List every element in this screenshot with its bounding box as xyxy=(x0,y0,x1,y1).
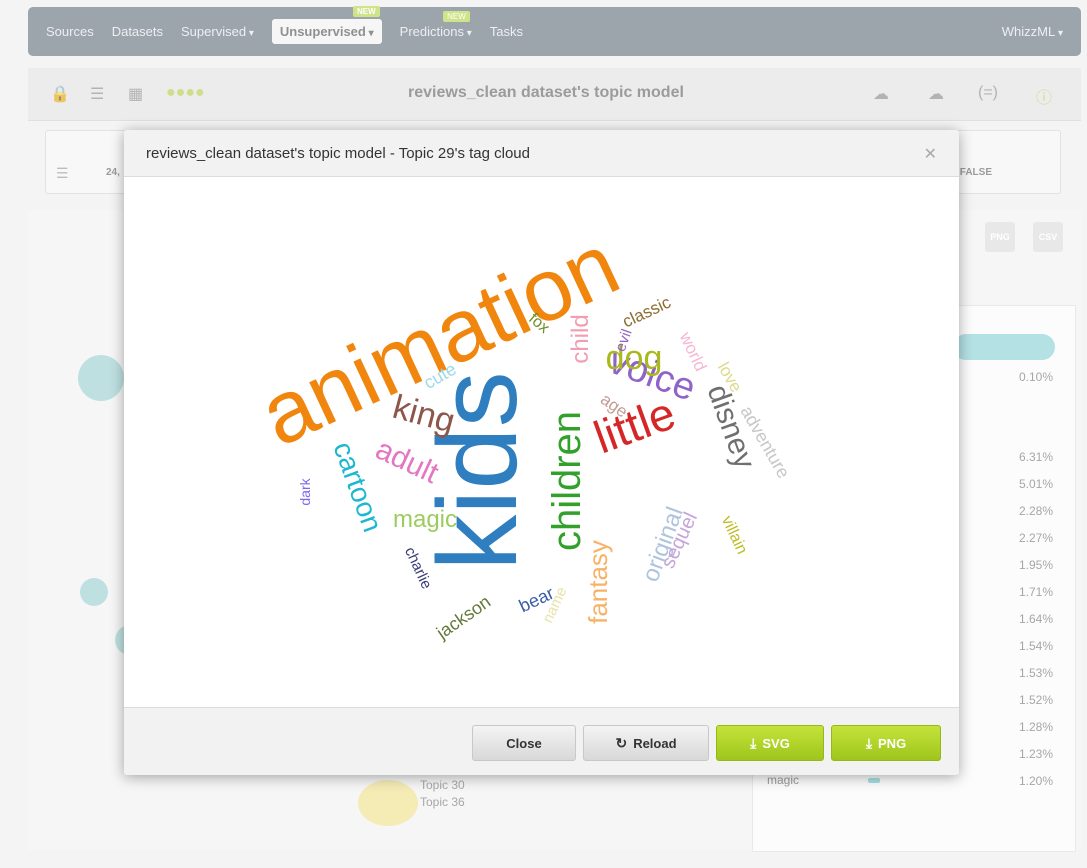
close-button-label: Close xyxy=(506,735,542,751)
tag-cloud-svg: animation kids children little voice dis… xyxy=(245,214,794,643)
reload-button[interactable]: ↻ Reload xyxy=(583,725,709,761)
reload-icon: ↻ xyxy=(615,734,628,751)
png-button-label: PNG xyxy=(878,735,907,751)
svg-download-button[interactable]: ⤓ SVG xyxy=(716,725,824,761)
close-icon[interactable]: ✕ xyxy=(924,144,937,164)
modal-title: reviews_clean dataset's topic model - To… xyxy=(146,145,530,162)
tag-word: villain xyxy=(718,513,750,556)
tag-word: jackson xyxy=(432,591,494,643)
tag-word: child xyxy=(567,314,594,363)
modal-footer: Close ↻ Reload ⤓ SVG ⤓ PNG xyxy=(124,707,959,775)
download-icon: ⤓ xyxy=(865,734,873,751)
png-download-button[interactable]: ⤓ PNG xyxy=(831,725,941,761)
tag-word: magic xyxy=(393,506,457,533)
tag-cloud-area: animation kids children little voice dis… xyxy=(124,177,959,707)
tag-word: dark xyxy=(297,477,313,505)
modal-header: reviews_clean dataset's topic model - To… xyxy=(124,130,959,177)
close-button[interactable]: Close xyxy=(472,725,576,761)
tag-word: children xyxy=(545,411,589,551)
reload-button-label: Reload xyxy=(633,735,677,751)
svg-button-label: SVG xyxy=(762,735,790,751)
tag-word: fantasy xyxy=(583,540,613,624)
tag-cloud-modal: reviews_clean dataset's topic model - To… xyxy=(124,130,959,775)
download-icon: ⤓ xyxy=(750,734,757,751)
